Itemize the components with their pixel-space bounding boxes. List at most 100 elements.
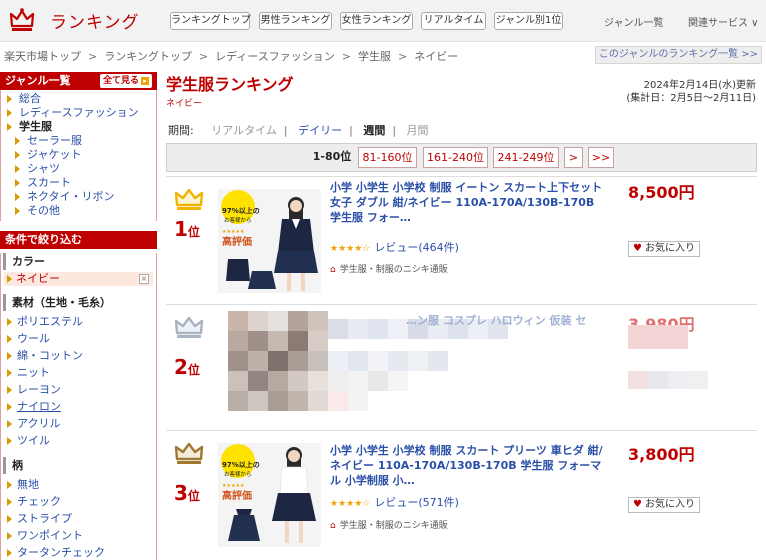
pattern-item-check[interactable]: チェック (1, 493, 156, 510)
pattern-item-stripe[interactable]: ストライプ (1, 510, 156, 527)
page-next-button[interactable]: > (564, 147, 583, 168)
triangle-bullet-icon (7, 532, 12, 540)
filter-panel: カラー ネイビー × 素材（生地・毛糸） ポリエステル ウール 綿・コットン ニ… (0, 253, 157, 560)
home-icon: ⌂ (330, 521, 336, 531)
badge-line2: お客様から (224, 470, 252, 478)
rank-value: 1 (174, 217, 188, 241)
material-label: 綿・コットン (17, 349, 83, 362)
material-item-rayon[interactable]: レーヨン (1, 381, 156, 398)
top-header: ランキング ランキングトップ 男性ランキング 女性ランキング リアルタイム ジャ… (0, 0, 766, 42)
nav-genre-top-button[interactable]: ジャンル別1位 (494, 12, 563, 30)
breadcrumb-separator: > (341, 50, 352, 63)
genre-label: ネクタイ・リボン (27, 190, 115, 203)
page-subtitle: ネイビー (166, 99, 203, 109)
breadcrumb-rakuten-top[interactable]: 楽天市場トップ (4, 50, 81, 63)
product-name-link[interactable]: 小学 小学生 小学校 制服 スカート プリーツ 車ヒダ 紺/ネイビー 110A-… (330, 443, 606, 488)
period-daily[interactable]: デイリー (298, 124, 342, 137)
product-image[interactable]: 97%以上の お客様から ★★★★★ 高評価 (218, 189, 321, 293)
favorite-button[interactable]: ♥ お気に入り (628, 497, 700, 513)
nav-male-ranking-button[interactable]: 男性ランキング (259, 12, 332, 30)
genre-item-tie-ribbon[interactable]: ネクタイ・リボン (1, 190, 156, 204)
period-monthly[interactable]: 月間 (407, 124, 429, 137)
pattern-label: ワンポイント (17, 529, 83, 542)
related-services-dropdown[interactable]: 関連サービス ∨ (688, 14, 759, 29)
triangle-bullet-icon (7, 123, 12, 131)
material-item-polyester[interactable]: ポリエステル (1, 313, 156, 330)
rank-suffix: 位 (187, 225, 200, 239)
pattern-item-plain[interactable]: 無地 (1, 476, 156, 493)
review-link[interactable]: レビュー(571件) (374, 496, 459, 509)
pagination: 1-80位 81-160位 161-240位 241-249位 > >> (166, 143, 757, 172)
divider: | (283, 124, 288, 137)
triangle-bullet-icon (7, 498, 12, 506)
genre-item-ladies-fashion[interactable]: レディースファッション (1, 106, 156, 120)
pattern-label: チェック (17, 495, 61, 508)
nav-female-ranking-button[interactable]: 女性ランキング (340, 12, 413, 30)
genre-ranking-list-link[interactable]: このジャンルのランキング一覧 >> (595, 46, 762, 64)
shop-link[interactable]: ⌂ 学生服・制服のニシキ通販 (330, 262, 448, 275)
breadcrumb-separator: > (398, 50, 408, 63)
review-link[interactable]: レビュー(464件) (374, 241, 459, 254)
arrow-icon: ▸ (141, 77, 149, 85)
material-label: ポリエステル (17, 315, 83, 328)
genre-list-link[interactable]: ジャンル一覧 (604, 14, 664, 29)
period-realtime[interactable]: リアルタイム (211, 124, 277, 137)
product-name-link[interactable]: 小学 小学生 小学校 制服 イートン スカート上下セット 女子 ダブル 紺/ネイ… (330, 180, 606, 225)
badge-line1: 97%以上の (222, 206, 260, 215)
genre-item-sailor[interactable]: セーラー服 (1, 134, 156, 148)
material-label: レーヨン (17, 383, 61, 396)
material-item-knit[interactable]: ニット (1, 364, 156, 381)
favorite-label: お気に入り (644, 243, 695, 254)
pattern-filter-label: 柄 (3, 457, 156, 474)
crown-logo-icon (9, 8, 35, 31)
breadcrumb-ladies-fashion[interactable]: レディースファッション (215, 50, 335, 63)
ranking-item: 3位 97%以上の お客様から ★★★★★ 高評価 小学 小学生 小学校 制服 … (166, 430, 757, 560)
badge-line1: 97%以上の (222, 460, 260, 469)
bronze-crown-icon (174, 442, 204, 464)
genre-list-title: ジャンル一覧 (5, 74, 71, 87)
pattern-item-one-point[interactable]: ワンポイント (1, 527, 156, 544)
material-label: ツイル (17, 434, 50, 447)
pattern-item-tartan[interactable]: タータンチェック (1, 544, 156, 560)
genre-item-jacket[interactable]: ジャケット (1, 148, 156, 162)
triangle-bullet-icon (7, 109, 12, 117)
selected-color-filter[interactable]: ネイビー × (4, 272, 153, 286)
remove-filter-icon[interactable]: × (139, 274, 149, 284)
nav-realtime-button[interactable]: リアルタイム (421, 12, 486, 30)
rank-suffix: 位 (187, 363, 200, 377)
material-item-acrylic[interactable]: アクリル (1, 415, 156, 432)
material-label: ナイロン (17, 400, 61, 413)
page-81-160[interactable]: 81-160位 (358, 147, 417, 168)
page-last-button[interactable]: >> (588, 147, 614, 168)
product-photo-icon: 97%以上の お客様から ★★★★★ 高評価 (218, 189, 321, 293)
nav-ranking-top-button[interactable]: ランキングトップ (170, 12, 251, 30)
ranking-logo[interactable]: ランキング (8, 6, 140, 34)
breadcrumb-school-uniform[interactable]: 学生服 (358, 50, 391, 63)
product-name-link[interactable]: …ン服 コスプレ ハロウィン 仮装 セ (406, 313, 606, 328)
genre-item-skirt[interactable]: スカート (1, 176, 156, 190)
shop-link[interactable]: ⌂ 学生服・制服のニシキ通販 (330, 518, 448, 531)
product-image[interactable]: 97%以上の お客様から ★★★★★ 高評価 (218, 443, 321, 547)
genre-item-school-uniform[interactable]: 学生服 (1, 120, 156, 134)
material-item-nylon[interactable]: ナイロン (1, 398, 156, 415)
breadcrumb-navy[interactable]: ネイビー (414, 50, 458, 63)
genre-label: 総合 (19, 92, 41, 105)
triangle-bullet-icon (7, 403, 12, 411)
triangle-bullet-icon (7, 437, 12, 445)
genre-label: その他 (27, 204, 60, 217)
genre-item-shirt[interactable]: シャツ (1, 162, 156, 176)
material-item-cotton[interactable]: 綿・コットン (1, 347, 156, 364)
pixelated-block-icon (628, 325, 708, 389)
breadcrumb-ranking-top[interactable]: ランキングトップ (104, 50, 192, 63)
genre-item-all[interactable]: 総合 (1, 92, 156, 106)
show-all-button[interactable]: 全て見る ▸ (100, 74, 152, 88)
page-241-249[interactable]: 241-249位 (493, 147, 559, 168)
page-161-240[interactable]: 161-240位 (423, 147, 488, 168)
home-icon: ⌂ (330, 265, 336, 275)
triangle-bullet-icon (7, 420, 12, 428)
triangle-bullet-icon (7, 275, 12, 283)
favorite-button[interactable]: ♥ お気に入り (628, 241, 700, 257)
material-item-wool[interactable]: ウール (1, 330, 156, 347)
genre-item-other[interactable]: その他 (1, 204, 156, 218)
material-item-twill[interactable]: ツイル (1, 432, 156, 449)
